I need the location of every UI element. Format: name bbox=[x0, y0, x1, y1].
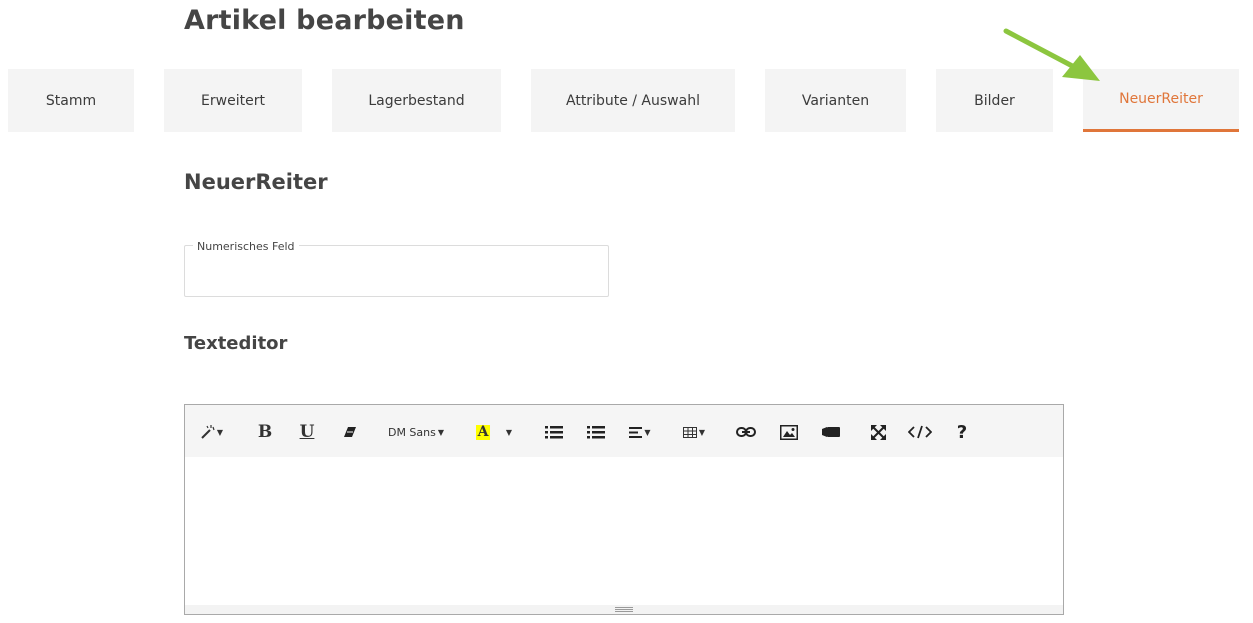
bold-button[interactable]: B bbox=[255, 421, 275, 443]
underline-button[interactable]: U bbox=[297, 421, 317, 443]
eraser-icon bbox=[344, 427, 356, 437]
font-name-dropdown[interactable]: DM Sans ▼ bbox=[383, 421, 449, 443]
chevron-down-icon: ▼ bbox=[644, 427, 651, 437]
tab-attribute-auswahl[interactable]: Attribute / Auswahl bbox=[531, 69, 735, 132]
grip-icon bbox=[615, 607, 633, 612]
color-dropdown[interactable]: ▼ bbox=[501, 421, 515, 443]
text-editor: ▼ B U DM Sans ▼ A ▼ ▼ ▼ ? bbox=[184, 404, 1064, 615]
table-dropdown[interactable]: ▼ bbox=[680, 421, 708, 443]
chevron-down-icon: ▼ bbox=[216, 427, 224, 437]
align-icon bbox=[629, 426, 643, 438]
section-title: NeuerReiter bbox=[184, 170, 328, 194]
numeric-field-input[interactable] bbox=[195, 264, 595, 290]
pointer-arrow-icon bbox=[1003, 28, 1100, 81]
video-button[interactable] bbox=[820, 421, 842, 443]
editor-title: Texteditor bbox=[184, 333, 288, 354]
video-icon bbox=[822, 427, 840, 437]
bullet-list-button[interactable] bbox=[543, 421, 565, 443]
editor-toolbar: ▼ B U DM Sans ▼ A ▼ ▼ ▼ ? bbox=[185, 405, 1063, 457]
tab-neuerreiter[interactable]: NeuerReiter bbox=[1083, 69, 1239, 132]
editor-resize-handle[interactable] bbox=[185, 605, 1063, 614]
fullscreen-icon bbox=[870, 424, 886, 440]
help-icon: ? bbox=[956, 421, 968, 443]
help-button[interactable]: ? bbox=[953, 421, 971, 443]
numbered-list-icon bbox=[587, 426, 605, 439]
clear-format-button[interactable] bbox=[340, 421, 360, 443]
image-button[interactable] bbox=[778, 421, 800, 443]
tab-stamm[interactable]: Stamm bbox=[8, 69, 134, 132]
highlight-icon: A bbox=[475, 423, 491, 440]
tab-erweitert[interactable]: Erweitert bbox=[164, 69, 302, 132]
image-icon bbox=[780, 424, 798, 440]
tab-varianten[interactable]: Varianten bbox=[765, 69, 906, 132]
page-title: Artikel bearbeiten bbox=[184, 5, 465, 36]
font-name-label: DM Sans bbox=[387, 425, 436, 439]
chevron-down-icon: ▼ bbox=[437, 427, 445, 437]
editor-content-area[interactable] bbox=[185, 457, 1063, 606]
bold-icon: B bbox=[257, 422, 273, 442]
numeric-field: Numerisches Feld bbox=[184, 240, 609, 297]
code-view-button[interactable] bbox=[907, 421, 933, 443]
code-view-icon bbox=[908, 425, 932, 439]
tab-lagerbestand[interactable]: Lagerbestand bbox=[332, 69, 501, 132]
highlight-button[interactable]: A bbox=[473, 421, 493, 443]
chevron-down-icon: ▼ bbox=[698, 427, 706, 437]
magic-icon bbox=[201, 425, 215, 439]
table-icon bbox=[682, 426, 697, 438]
link-icon bbox=[736, 427, 756, 437]
numeric-field-label: Numerisches Feld bbox=[193, 240, 299, 253]
fullscreen-button[interactable] bbox=[868, 421, 888, 443]
link-button[interactable] bbox=[735, 421, 757, 443]
magic-button[interactable]: ▼ bbox=[197, 421, 225, 443]
align-dropdown[interactable]: ▼ bbox=[626, 421, 654, 443]
chevron-down-icon: ▼ bbox=[505, 427, 513, 437]
bullet-list-icon bbox=[545, 426, 563, 439]
underline-icon: U bbox=[299, 422, 315, 442]
numbered-list-button[interactable] bbox=[585, 421, 607, 443]
